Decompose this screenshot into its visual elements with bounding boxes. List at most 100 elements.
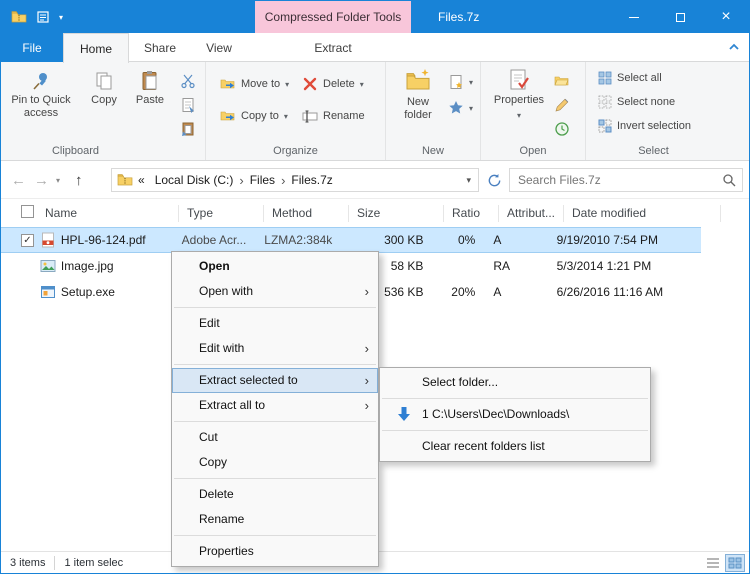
menu-item-cut[interactable]: Cut	[172, 425, 378, 450]
copy-to-button[interactable]: Copy to ▾	[220, 108, 288, 124]
breadcrumb-item-files[interactable]: Files	[245, 169, 280, 191]
menu-item-edit-with[interactable]: Edit with›	[172, 336, 378, 361]
tab-home[interactable]: Home	[63, 33, 129, 63]
column-header-date-modified[interactable]: Date modified	[564, 205, 721, 222]
menu-item-extract-all-to[interactable]: Extract all to›	[172, 393, 378, 418]
paste-shortcut-button[interactable]	[177, 118, 199, 140]
delete-button[interactable]: Delete▾	[302, 76, 364, 92]
column-header-attributes[interactable]: Attribut...	[499, 205, 564, 222]
explorer-window: ▾ Compressed Folder Tools Files.7z × Fil…	[0, 0, 750, 574]
copy-to-label: Copy to	[241, 110, 279, 122]
file-name-cell[interactable]: Setup.exe	[36, 284, 174, 300]
submenu-arrow-icon: ›	[365, 368, 369, 393]
properties-button[interactable]: Properties ▾	[491, 68, 547, 122]
new-folder-label-line1: New	[404, 96, 432, 109]
breadcrumb-item-local-disk[interactable]: Local Disk (C:)	[150, 169, 239, 191]
chevron-down-icon: ▾	[469, 104, 473, 113]
address-history-dropdown-icon[interactable]: ▾	[466, 175, 471, 186]
copy-button[interactable]: Copy	[83, 70, 125, 107]
details-view-button[interactable]	[703, 554, 723, 572]
ribbon-group-open: Properties ▾ Open	[481, 62, 586, 160]
menu-label: Edit with	[199, 341, 244, 355]
move-to-label: Move to	[241, 78, 280, 90]
window-title: Files.7z	[438, 1, 479, 33]
new-folder-button[interactable]: Newfolder	[392, 68, 444, 122]
menu-item-open[interactable]: Open	[172, 254, 378, 279]
table-row-selected[interactable]: ✓ HPL-96-124.pdf Adobe Acr... LZMA2:384k…	[1, 227, 701, 253]
column-header-size[interactable]: Size	[349, 205, 444, 222]
breadcrumb[interactable]: « Local Disk (C:) › Files › Files.7z ▾	[111, 168, 479, 192]
refresh-button[interactable]	[487, 162, 502, 198]
history-button[interactable]	[551, 118, 573, 140]
ribbon-group-clipboard: Pin to Quickaccess Copy Paste Clipboard	[1, 62, 206, 160]
easy-access-button[interactable]: ▾	[448, 100, 473, 116]
tab-file[interactable]: File	[1, 33, 63, 62]
menu-item-rename[interactable]: Rename	[172, 507, 378, 532]
maximize-button[interactable]	[657, 1, 703, 33]
thumbnails-view-button[interactable]	[725, 554, 745, 572]
row-checkbox-checked[interactable]: ✓	[21, 234, 34, 247]
select-all-checkbox[interactable]	[21, 205, 34, 218]
submenu-item-recent-folder[interactable]: 1 C:\Users\Dec\Downloads\	[380, 402, 650, 427]
select-none-button[interactable]: Select none	[598, 95, 675, 109]
menu-item-edit[interactable]: Edit	[172, 311, 378, 336]
select-all-button[interactable]: Select all	[598, 71, 662, 85]
recent-locations-icon[interactable]: ▾	[56, 162, 60, 198]
file-name: Setup.exe	[61, 285, 115, 299]
column-header-type[interactable]: Type	[179, 205, 264, 222]
submenu-item-clear-recent[interactable]: Clear recent folders list	[380, 434, 650, 459]
address-zip-icon	[117, 172, 133, 188]
column-header-method[interactable]: Method	[264, 205, 349, 222]
file-name-cell[interactable]: Image.jpg	[36, 258, 174, 274]
quick-access-toolbar: ▾	[11, 1, 63, 33]
app-archive-icon[interactable]	[11, 9, 27, 25]
menu-separator	[382, 398, 648, 399]
menu-item-properties[interactable]: Properties	[172, 539, 378, 564]
maximize-icon	[676, 13, 685, 22]
qat-dropdown-icon[interactable]: ▾	[59, 13, 63, 22]
open-file-button[interactable]	[551, 70, 573, 92]
breadcrumb-item-files7z[interactable]: Files.7z	[286, 169, 337, 191]
view-toggles	[703, 554, 745, 572]
column-header-name[interactable]: Name	[37, 205, 179, 222]
tab-extract[interactable]: Extract	[300, 33, 366, 62]
new-item-button[interactable]: ▾	[448, 74, 473, 90]
breadcrumb-overflow-chevron[interactable]: «	[133, 169, 150, 191]
open-folder-icon	[554, 73, 570, 89]
menu-item-delete[interactable]: Delete	[172, 482, 378, 507]
paste-button[interactable]: Paste	[127, 70, 173, 107]
back-button[interactable]: ←	[11, 162, 26, 198]
minimize-ribbon-button[interactable]	[727, 40, 741, 54]
tab-share[interactable]: Share	[129, 33, 191, 62]
close-button[interactable]: ×	[703, 1, 749, 33]
search-input[interactable]	[510, 169, 716, 191]
minimize-icon	[629, 17, 639, 18]
menu-separator	[174, 478, 376, 479]
pin-to-quick-access-button[interactable]: Pin to Quickaccess	[3, 70, 79, 120]
edit-file-button[interactable]	[551, 94, 573, 116]
menu-item-extract-selected-to[interactable]: Extract selected to›	[172, 368, 378, 393]
tab-view[interactable]: View	[191, 33, 247, 62]
download-arrow-icon	[397, 406, 411, 431]
move-to-button[interactable]: Move to▾	[220, 76, 289, 92]
context-menu: Open Open with› Edit Edit with› Extract …	[171, 251, 379, 567]
copy-path-button[interactable]	[177, 94, 199, 116]
file-name-cell[interactable]: HPL-96-124.pdf	[36, 232, 174, 248]
minimize-button[interactable]	[611, 1, 657, 33]
search-icon[interactable]	[722, 173, 736, 190]
properties-label: Properties	[494, 94, 544, 107]
menu-item-copy[interactable]: Copy	[172, 450, 378, 475]
qat-properties-button[interactable]	[36, 10, 50, 24]
invert-selection-button[interactable]: Invert selection	[598, 119, 691, 133]
forward-button[interactable]: →	[34, 162, 49, 198]
details-view-icon	[705, 555, 721, 571]
chevron-down-icon: ▾	[284, 112, 288, 121]
menu-item-open-with[interactable]: Open with›	[172, 279, 378, 304]
new-folder-icon	[405, 68, 431, 94]
column-header-ratio[interactable]: Ratio	[444, 205, 499, 222]
up-button[interactable]: ↑	[75, 162, 83, 198]
submenu-item-select-folder[interactable]: Select folder...	[380, 370, 650, 395]
cut-button[interactable]	[177, 70, 199, 92]
copy-path-icon	[180, 97, 196, 113]
rename-button[interactable]: Rename	[302, 108, 365, 124]
